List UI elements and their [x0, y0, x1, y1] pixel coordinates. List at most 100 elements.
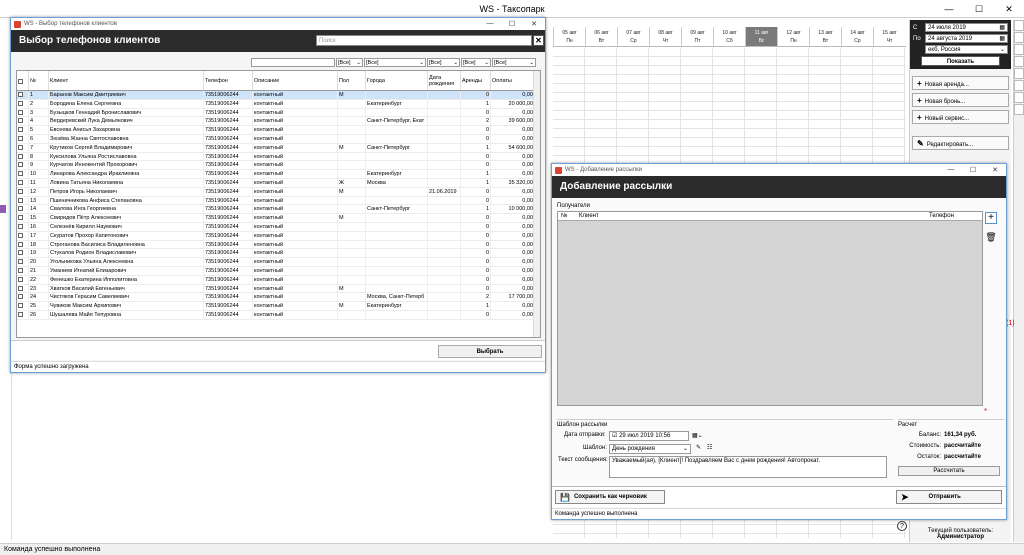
row-checkbox[interactable] — [18, 188, 23, 194]
save-draft-button[interactable]: 💾 Сохранить как черновик — [555, 490, 665, 504]
col-dob[interactable]: Дата рождения — [428, 71, 461, 90]
add-recipient-button[interactable]: + — [985, 212, 997, 224]
side-tab[interactable] — [1014, 104, 1024, 115]
table-row[interactable]: 13 Пшеничникова Анфиса Степановна 73519006… — [17, 196, 540, 206]
col-payments[interactable]: Оплаты — [491, 71, 535, 90]
row-checkbox[interactable] — [18, 92, 23, 97]
table-row[interactable]: 15 Свиридов Пётр Алексеевич 73519006244 кон… — [17, 214, 540, 223]
table-row[interactable]: 11 Ловина Татьяна Николаевна 73519006244 ко… — [17, 178, 540, 188]
row-checkbox[interactable] — [18, 162, 23, 168]
row-checkbox[interactable] — [18, 294, 23, 300]
calendar-icon[interactable]: ▦⌄ — [692, 432, 703, 439]
city-select[interactable]: екб, Россия ⌄ — [925, 45, 1008, 54]
table-row[interactable]: 16 Селезнёв Кирилл Наумович 73519006244 кон… — [17, 222, 540, 232]
table-row[interactable]: 26 Шушалева Майя Тепуровна 73519006244 конт… — [17, 310, 540, 320]
row-checkbox[interactable] — [18, 267, 23, 273]
col-number[interactable]: № — [29, 71, 49, 90]
template-select[interactable]: День рождения ⌄ — [609, 444, 691, 454]
help-icon[interactable]: ? — [897, 521, 907, 531]
minimize-icon[interactable]: — — [940, 166, 962, 174]
calendar-icon[interactable]: ▦ — [999, 24, 1005, 31]
table-row[interactable]: 25 Чувиков Максим Архипович 73519006244 кон… — [17, 302, 540, 311]
row-checkbox[interactable] — [18, 179, 23, 185]
show-button[interactable]: Показать — [921, 56, 1000, 66]
schedule-day[interactable]: 06 авг Вт — [585, 27, 617, 46]
row-checkbox[interactable] — [18, 232, 23, 238]
row-checkbox[interactable] — [18, 311, 23, 317]
row-checkbox[interactable] — [18, 153, 23, 159]
side-tab[interactable] — [1014, 80, 1024, 91]
row-checkbox[interactable] — [18, 171, 23, 177]
col-description[interactable]: Описание — [253, 71, 338, 90]
new-service-button[interactable]: + Новый сервис... — [912, 110, 1009, 124]
new-booking-button[interactable]: + Новая бронь... — [912, 93, 1009, 107]
filter-gender[interactable]: [Все] ⌄ — [336, 58, 363, 67]
edit-button[interactable]: ✎ Редактировать... — [912, 136, 1009, 150]
row-checkbox[interactable] — [18, 118, 23, 124]
side-tab[interactable] — [1014, 68, 1024, 79]
select-all-checkbox[interactable] — [18, 78, 23, 84]
send-button[interactable]: ➤ Отправить — [896, 490, 1002, 504]
schedule-day[interactable]: 15 авг Чт — [873, 27, 905, 46]
schedule-day[interactable]: 07 авг Ср — [617, 27, 649, 46]
col-rents[interactable]: Аренды — [461, 71, 491, 90]
booking-marker[interactable] — [0, 205, 6, 213]
table-row[interactable]: 1 Баранов Максим Дмитриевич 73519006244 кон… — [17, 91, 540, 100]
row-checkbox[interactable] — [18, 109, 23, 115]
maximize-icon[interactable]: ☐ — [964, 0, 994, 18]
table-row[interactable]: 23 Хватков Василий Евгеньевич 73519006244 к… — [17, 284, 540, 294]
row-checkbox[interactable] — [18, 276, 23, 282]
close-icon[interactable]: ✕ — [523, 20, 545, 28]
row-checkbox[interactable] — [18, 144, 23, 150]
row-checkbox[interactable] — [18, 127, 23, 133]
calculate-button[interactable]: Рассчитать — [898, 466, 1000, 476]
table-row[interactable]: 8 Куксилова Ульяна Ростиславовна 735190062… — [17, 152, 540, 162]
table-row[interactable]: 24 Чистяков Герасим Савелиевич 73519006244… — [17, 293, 540, 303]
schedule-day[interactable]: 09 авг Пт — [681, 27, 713, 46]
filter-dob[interactable]: [Все] ⌄ — [427, 58, 460, 67]
trash-icon[interactable]: 🗑 — [985, 231, 997, 243]
row-checkbox[interactable] — [18, 197, 23, 203]
col-client[interactable]: Клиент — [576, 212, 926, 220]
close-icon[interactable]: ✕ — [994, 0, 1024, 18]
schedule-day[interactable]: 14 авг Ср — [841, 27, 873, 46]
close-icon[interactable]: ✕ — [533, 35, 544, 46]
list-icon[interactable]: ☷ — [707, 444, 712, 451]
filter-payments[interactable]: [Все] ⌄ — [492, 58, 536, 67]
maximize-icon[interactable]: ☐ — [962, 166, 984, 174]
side-tab[interactable] — [1014, 44, 1024, 55]
maximize-icon[interactable]: ☐ — [501, 20, 523, 28]
table-row[interactable]: 10 Линарова Александра Ираклиевна 73519006… — [17, 170, 540, 179]
close-icon[interactable]: ✕ — [984, 166, 1006, 174]
col-phone[interactable]: Телефон — [204, 71, 253, 90]
new-rent-button[interactable]: + Новая аренда... — [912, 76, 1009, 90]
select-button[interactable]: Выбрать — [438, 345, 542, 358]
vertical-scrollbar[interactable] — [533, 71, 540, 337]
message-textarea[interactable]: Уважаемый(ая), [Клиент]! Поздравляем Вас… — [609, 456, 887, 478]
minimize-icon[interactable]: — — [479, 20, 501, 28]
row-checkbox[interactable] — [18, 250, 23, 256]
side-tab[interactable] — [1014, 56, 1024, 67]
table-row[interactable]: 9 Курчатов Иннокентий Прохорович 735190062… — [17, 161, 540, 171]
side-tab[interactable] — [1014, 92, 1024, 103]
table-row[interactable]: 14 Свалова Инга Георгиевна 73519006244 конт… — [17, 205, 540, 215]
row-checkbox[interactable] — [18, 259, 23, 265]
date-from-input[interactable]: 24 июля 2019 ▦ — [925, 23, 1008, 32]
schedule-day[interactable]: 11 авг Вс — [745, 27, 777, 46]
pencil-icon[interactable]: ✎ — [696, 444, 701, 451]
side-tab[interactable] — [1014, 32, 1024, 43]
recipients-table[interactable]: № Клиент Телефон — [557, 211, 983, 406]
table-row[interactable]: 5 Евсеева Анисья Захаровна 73519006244 конт… — [17, 126, 540, 135]
table-row[interactable]: 6 Зюзёва Жанна Святославовна 73519006244 ко… — [17, 134, 540, 144]
col-gender[interactable]: Пол — [338, 71, 366, 90]
search-input[interactable]: Поиск — [316, 35, 532, 46]
schedule-day[interactable]: 10 авг Сб — [713, 27, 745, 46]
table-row[interactable]: 22 Фенешко Екатерина Ипполитовна 735190062… — [17, 275, 540, 285]
schedule-day[interactable]: 13 авг Вт — [809, 27, 841, 46]
calendar-icon[interactable]: ▦ — [999, 35, 1005, 42]
table-row[interactable]: 3 Бузыцков Геннадий Брониславович 73519006… — [17, 108, 540, 118]
table-row[interactable]: 19 Стукалов Родион Владиславович 735190062… — [17, 249, 540, 259]
col-client[interactable]: Клиент — [49, 71, 204, 90]
table-row[interactable]: 18 Строганова Василиса Владиленовна 735190… — [17, 240, 540, 250]
col-phone[interactable]: Телефон — [926, 212, 957, 220]
